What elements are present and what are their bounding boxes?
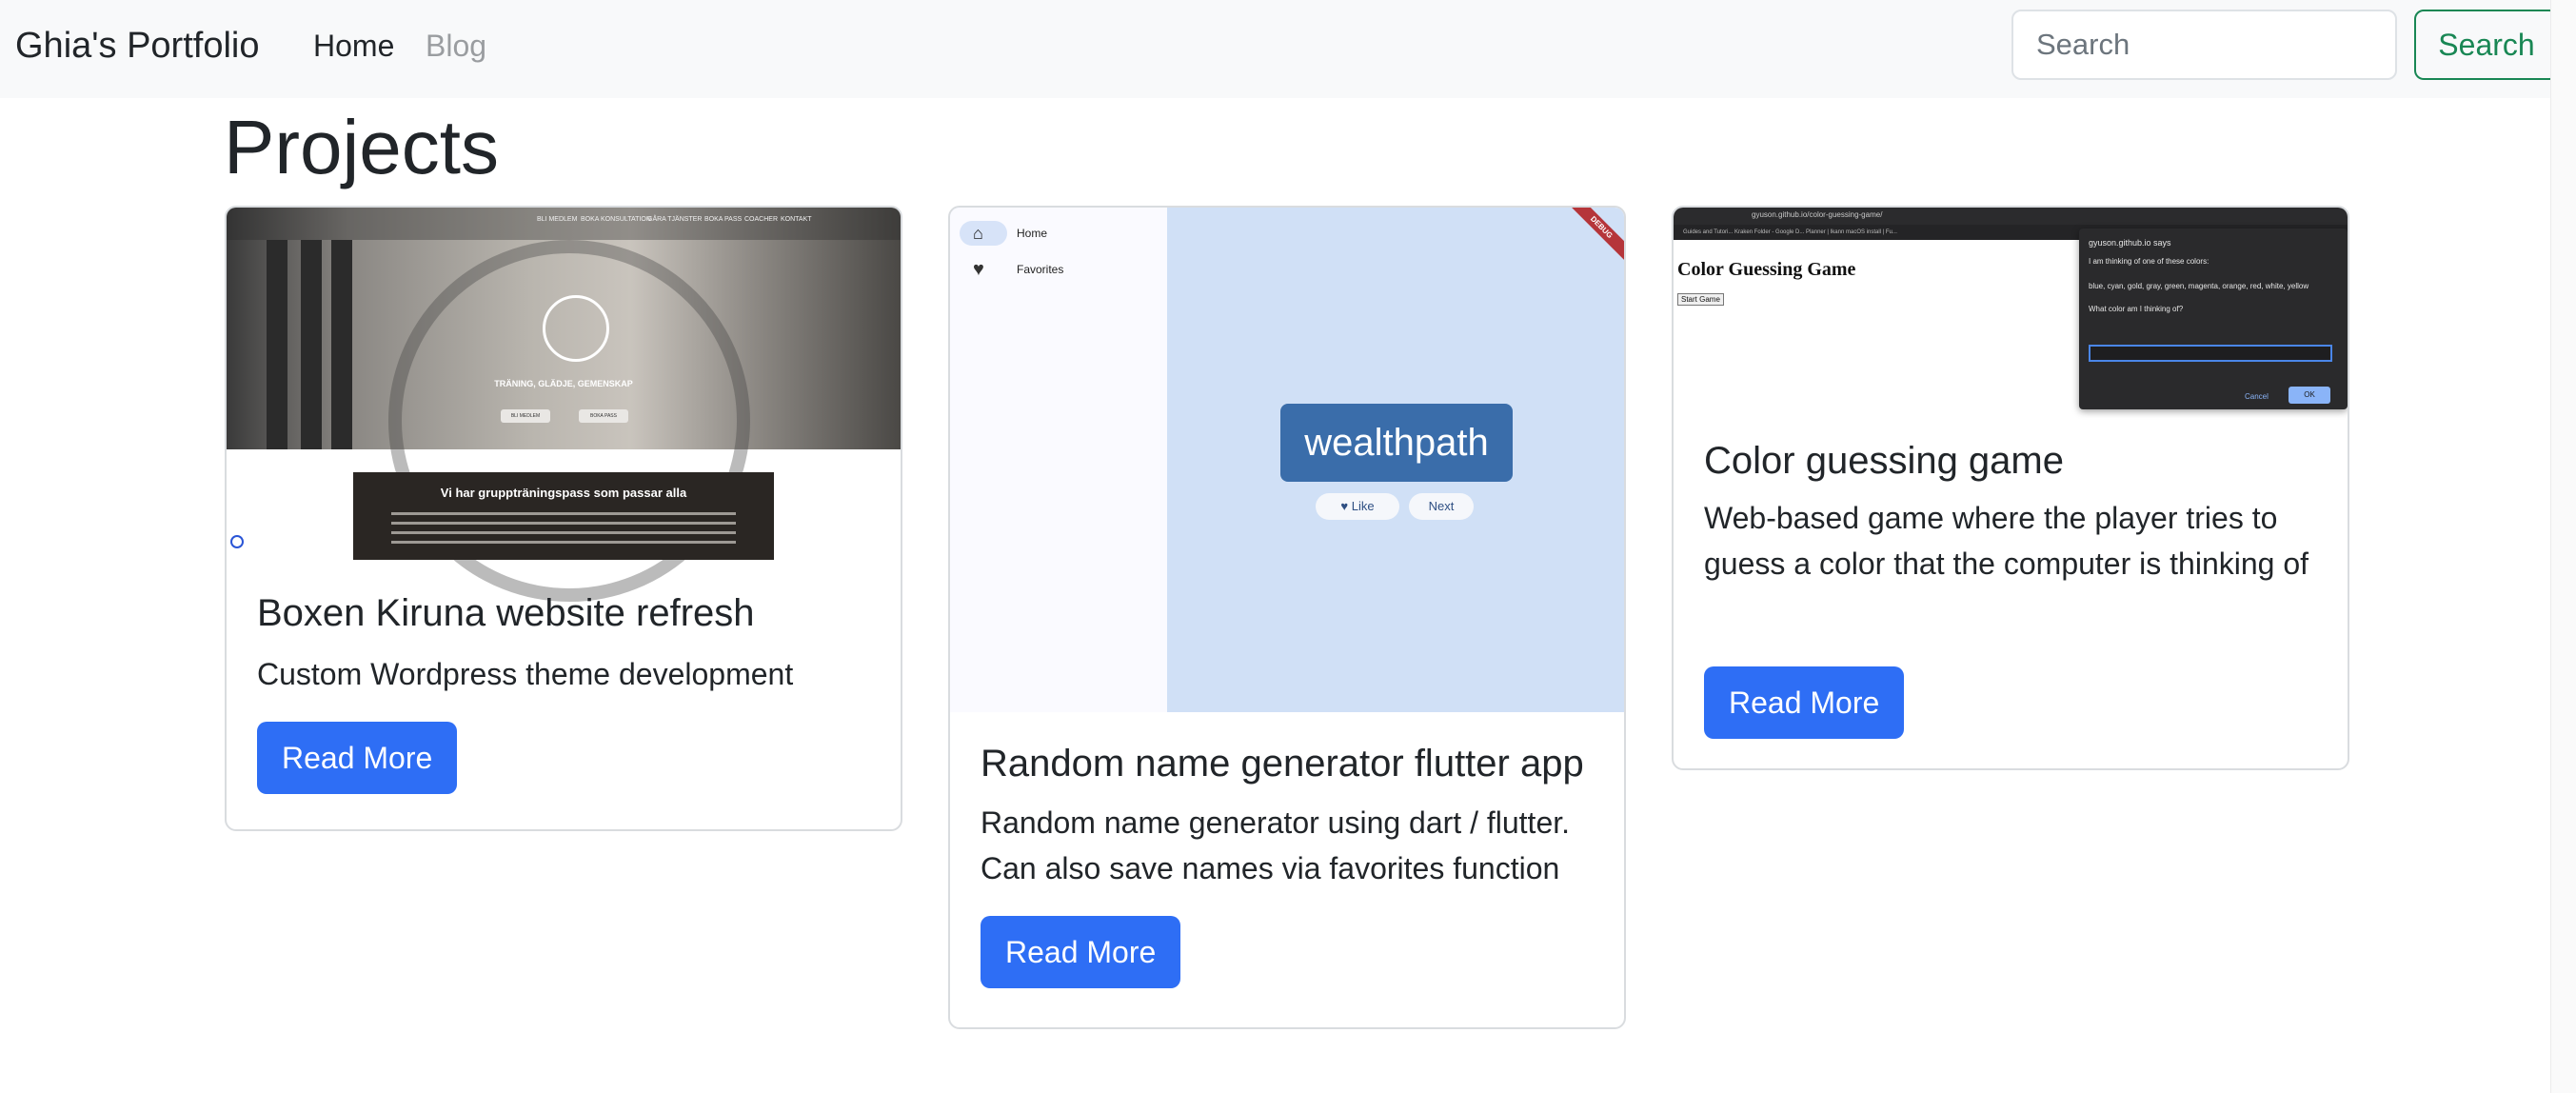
navbar-brand[interactable]: Ghia's Portfolio [15, 21, 259, 70]
scrollbar-track[interactable] [2550, 0, 2576, 1093]
heart-icon: ♥ [973, 259, 984, 280]
rack-pole [267, 240, 287, 449]
accessibility-icon [230, 535, 244, 548]
rack-pole [301, 240, 322, 449]
dialog-line: I am thinking of one of these colors: [2089, 257, 2209, 266]
site-nav-item: KONTAKT [781, 216, 812, 223]
dialog-title: gyuson.github.io says [2089, 238, 2171, 248]
info-box-heading: Vi har gruppträningspass som passar alla [440, 486, 687, 500]
search-button[interactable]: Search [2414, 10, 2559, 80]
card-text: Random name generator using dart / flutt… [981, 805, 1571, 885]
site-nav-item: BOKA KONSULTATION [581, 216, 651, 223]
read-more-button[interactable]: Read More [257, 722, 458, 794]
start-game-button: Start Game [1677, 293, 1724, 306]
home-icon: ⌂ [973, 224, 983, 243]
text-line [391, 541, 736, 544]
dialog-cancel: Cancel [2245, 392, 2269, 401]
dialog-line: What color am I thinking of? [2089, 305, 2184, 313]
generated-word: wealthpath [1280, 404, 1513, 482]
search-input[interactable] [2011, 10, 2397, 80]
text-line [391, 522, 736, 525]
site-nav-bar [227, 208, 901, 240]
site-button: BOKA PASS [579, 409, 628, 423]
project-card-boxen: BLI MEDLEM BOKA KONSULTATION GÅRA TJÄNST… [225, 206, 902, 831]
text-line [391, 531, 736, 534]
card-text: Custom Wordpress theme development [257, 657, 794, 691]
navbar: Ghia's Portfolio Home Blog Search [0, 0, 2576, 98]
dialog-line: blue, cyan, gold, gray, green, magenta, … [2089, 282, 2309, 290]
like-label: Like [1351, 499, 1375, 513]
card-text: Web-based game where the player tries to… [1704, 501, 2309, 581]
nav-link-blog[interactable]: Blog [426, 21, 486, 70]
card-body: Random name generator flutter app Random… [950, 712, 1624, 1027]
rack-pole [331, 240, 352, 449]
nav-link-home[interactable]: Home [313, 21, 394, 70]
dialog-input [2089, 345, 2332, 362]
debug-banner: DEBUG [1562, 208, 1624, 267]
project-screenshot-name-generator: ⌂ Home ♥ Favorites wealthpath ♥ Like Nex… [950, 208, 1624, 712]
card-body: Color guessing game Web-based game where… [1674, 409, 2348, 768]
browser-url: gyuson.github.io/color-guessing-game/ [1752, 210, 1883, 219]
text-line [391, 512, 736, 515]
project-screenshot-color-game: gyuson.github.io/color-guessing-game/ Gu… [1674, 208, 2348, 409]
card-body: Boxen Kiruna website refresh Custom Word… [227, 560, 901, 829]
card-title: Random name generator flutter app [981, 743, 1584, 785]
heart-icon: ♥ [1340, 499, 1352, 513]
navigation-rail: ⌂ Home ♥ Favorites [950, 208, 1167, 712]
site-nav-item: BLI MEDLEM [537, 216, 578, 223]
card-title: Boxen Kiruna website refresh [257, 592, 755, 634]
selected-indicator [960, 221, 1007, 246]
site-nav-item: COACHER [744, 216, 779, 223]
read-more-button[interactable]: Read More [981, 916, 1181, 988]
next-button: Next [1409, 493, 1474, 520]
page-title: Projects [224, 105, 499, 189]
site-nav-item: GÅRA TJÄNSTER [647, 216, 703, 223]
dialog-ok: OK [2289, 387, 2330, 404]
site-button: BLI MEDLEM [501, 409, 550, 423]
site-logo [543, 295, 609, 362]
game-heading: Color Guessing Game [1677, 259, 1856, 280]
card-title: Color guessing game [1704, 440, 2064, 482]
project-card-color-game: gyuson.github.io/color-guessing-game/ Gu… [1672, 206, 2349, 770]
browser-toolbar: gyuson.github.io/color-guessing-game/ [1674, 208, 2348, 225]
project-card-name-generator: ⌂ Home ♥ Favorites wealthpath ♥ Like Nex… [948, 206, 1626, 1029]
site-nav-item: BOKA PASS [704, 216, 743, 223]
like-button: ♥ Like [1316, 493, 1399, 520]
prompt-dialog: gyuson.github.io says I am thinking of o… [2079, 229, 2348, 409]
site-tagline: TRÄNING, GLÄDJE, GEMENSKAP [494, 379, 633, 388]
read-more-button[interactable]: Read More [1704, 666, 1905, 739]
project-screenshot-boxen: BLI MEDLEM BOKA KONSULTATION GÅRA TJÄNST… [227, 208, 901, 602]
rail-item-home: Home [1017, 227, 1048, 240]
info-box: Vi har gruppträningspass som passar alla [353, 472, 774, 560]
rail-item-favorites: Favorites [1017, 263, 1064, 276]
